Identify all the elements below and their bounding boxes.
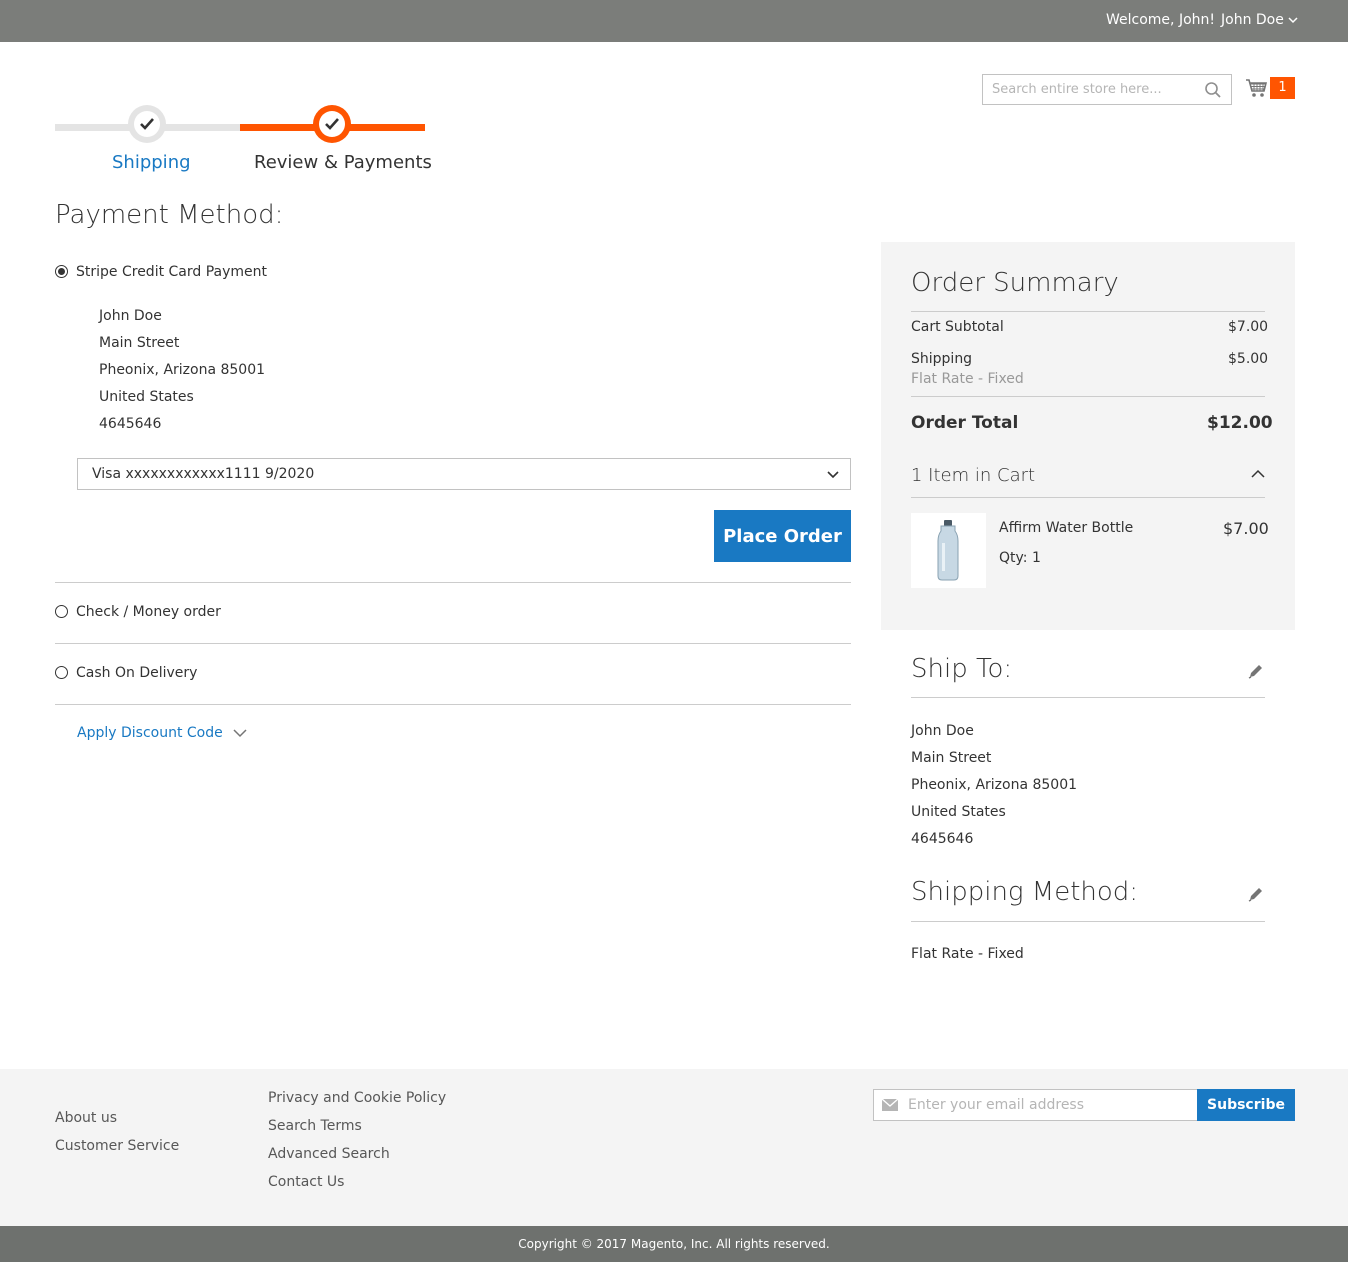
divider [55,643,851,644]
ship-phone: 4645646 [911,831,974,847]
saved-card-select[interactable]: Visa xxxxxxxxxxxx1111 9/2020 [77,458,851,490]
divider [911,697,1265,698]
order-summary-title: Order Summary [911,268,1119,298]
apply-discount-toggle[interactable]: Apply Discount Code [77,725,247,741]
search-input[interactable] [983,75,1193,104]
shipping-label: Shipping [911,351,973,367]
footer-link-about-us[interactable]: About us [55,1110,117,1126]
footer-link-advanced-search[interactable]: Advanced Search [268,1146,390,1162]
apply-discount-label: Apply Discount Code [77,725,223,741]
shipping-method-value: Flat Rate - Fixed [911,946,1024,962]
billing-phone: 4645646 [99,416,162,432]
shipping-value: $5.00 [1228,351,1269,367]
footer-link-contact-us[interactable]: Contact Us [268,1174,344,1190]
water-bottle-image [937,520,959,581]
edit-pencil-icon[interactable] [1247,885,1265,903]
divider [911,497,1265,498]
ship-country: United States [911,804,1006,820]
divider [911,311,1265,312]
progress-step-shipping [128,105,166,143]
cart-subtotal-value: $7.00 [1228,319,1269,335]
shipping-method-note: Flat Rate - Fixed [911,371,1024,387]
ship-street: Main Street [911,750,992,766]
radio-cash-on-delivery[interactable] [55,666,68,679]
newsletter-box [873,1089,1198,1121]
saved-card-value: Visa xxxxxxxxxxxx1111 9/2020 [92,466,315,482]
chevron-down-icon [1288,17,1298,24]
item-price: $7.00 [1223,519,1269,538]
envelope-icon [882,1099,898,1111]
progress-step-review [313,105,351,143]
item-name: Affirm Water Bottle [999,520,1134,536]
order-total-value: $12.00 [1207,413,1273,433]
option-check-money-order-label[interactable]: Check / Money order [76,604,221,620]
cart-count-badge[interactable]: 1 [1270,77,1295,99]
edit-pencil-icon[interactable] [1247,662,1265,680]
chevron-up-icon[interactable] [1251,469,1265,479]
items-in-cart-toggle[interactable]: 1 Item in Cart [911,465,1035,486]
user-name: John Doe [1221,12,1284,28]
ship-to-title: Ship To: [911,654,1013,684]
search-box [982,74,1232,105]
billing-city: Pheonix, Arizona 85001 [99,362,266,378]
ship-name: John Doe [911,723,974,739]
place-order-button[interactable]: Place Order [714,510,851,562]
radio-stripe[interactable] [55,265,68,278]
step-label-shipping[interactable]: Shipping [112,152,191,173]
divider [55,582,851,583]
chevron-down-icon [233,729,247,738]
shipping-method-title: Shipping Method: [911,877,1139,907]
payment-method-title: Payment Method: [55,200,284,230]
option-stripe-label[interactable]: Stripe Credit Card Payment [76,264,267,280]
footer-link-search-terms[interactable]: Search Terms [268,1118,362,1134]
step-label-review: Review & Payments [254,152,432,173]
welcome-message: Welcome, John! [1106,12,1215,28]
footer-link-customer-service[interactable]: Customer Service [55,1138,179,1154]
option-cash-on-delivery-label[interactable]: Cash On Delivery [76,665,197,681]
divider [911,921,1265,922]
divider [911,396,1265,397]
user-menu[interactable]: John Doe [1221,12,1298,28]
footer-link-privacy[interactable]: Privacy and Cookie Policy [268,1090,446,1106]
billing-street: Main Street [99,335,180,351]
divider [55,704,851,705]
billing-name: John Doe [99,308,162,324]
item-qty: Qty: 1 [999,550,1041,566]
copyright: Copyright © 2017 Magento, Inc. All right… [0,1226,1348,1262]
checkmark-icon [140,118,154,130]
subscribe-button[interactable]: Subscribe [1197,1089,1295,1121]
newsletter-email-input[interactable] [908,1090,1193,1120]
checkmark-icon [325,118,339,130]
radio-check-money-order[interactable] [55,605,68,618]
billing-country: United States [99,389,194,405]
search-icon[interactable] [1204,81,1222,99]
cart-icon[interactable] [1245,76,1269,100]
ship-city: Pheonix, Arizona 85001 [911,777,1078,793]
cart-subtotal-label: Cart Subtotal [911,319,1004,335]
product-thumbnail [911,513,986,588]
order-total-label: Order Total [911,413,1019,433]
chevron-down-icon [827,471,839,479]
